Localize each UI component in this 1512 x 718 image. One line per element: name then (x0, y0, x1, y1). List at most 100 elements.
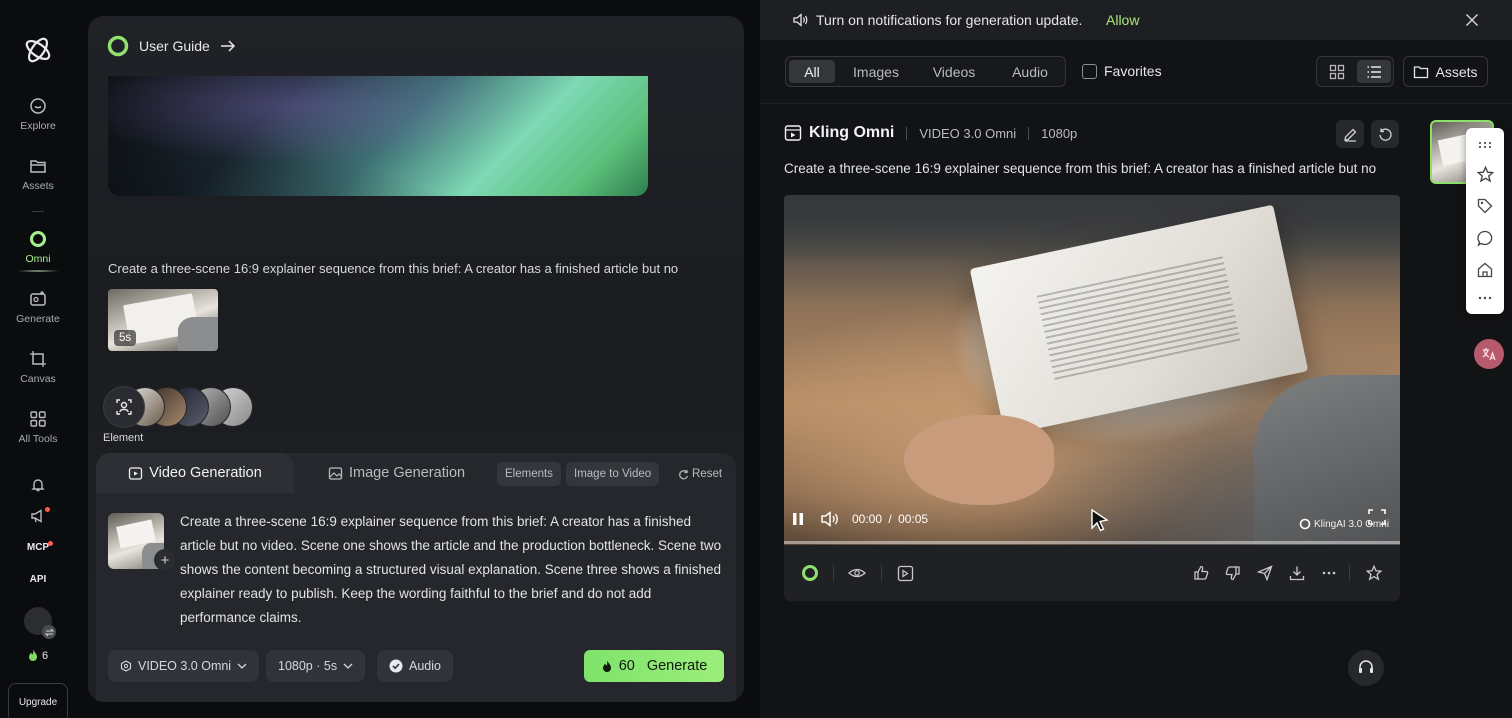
add-reference-button[interactable]: + (154, 549, 176, 571)
chevron-down-icon (343, 663, 353, 669)
favorites-filter[interactable]: Favorites (1082, 63, 1162, 79)
regenerate-button[interactable] (1371, 120, 1399, 148)
model-select[interactable]: VIDEO 3.0 Omni (108, 650, 260, 682)
filter-videos[interactable]: Videos (919, 60, 989, 83)
drag-handle-icon[interactable] (1475, 135, 1495, 155)
video-player[interactable]: 00:00 / 00:05 KlingAI 3.0 Omni (784, 195, 1400, 545)
card-model: VIDEO 3.0 Omni (919, 125, 1017, 141)
favorite-star-icon[interactable] (1364, 563, 1384, 583)
image-gen-icon (328, 466, 343, 480)
grid-icon (30, 411, 46, 427)
comment-icon[interactable] (1475, 228, 1495, 248)
generate-icon (30, 291, 46, 306)
image-to-video-chip[interactable]: Image to Video (566, 462, 660, 486)
home-icon[interactable] (1475, 260, 1495, 280)
tab-image-label: Image Generation (349, 465, 466, 481)
prompt-textarea[interactable]: Create a three-scene 16:9 explainer sequ… (180, 510, 728, 630)
rail-item-all-tools[interactable]: All Tools (0, 410, 76, 445)
add-element-button[interactable] (103, 386, 145, 428)
rail-item-canvas[interactable]: Canvas (0, 350, 76, 385)
time-total: 00:05 (898, 512, 929, 526)
favorites-checkbox[interactable] (1082, 63, 1097, 79)
video-gen-icon (129, 466, 143, 480)
tag-icon[interactable] (1475, 196, 1495, 216)
quality-duration-select[interactable]: 1080p · 5s (266, 650, 366, 682)
element-label: Element (103, 432, 144, 444)
guide-banner-image (108, 76, 648, 196)
assets-button[interactable]: Assets (1403, 56, 1488, 87)
rail-item-explore[interactable]: Explore (0, 97, 76, 132)
user-guide-link[interactable]: User Guide (107, 35, 236, 57)
close-icon[interactable] (1465, 13, 1479, 27)
list-view-button[interactable] (1357, 60, 1391, 83)
quality-select-value: 1080p · 5s (278, 659, 338, 673)
assets-button-label: Assets (1435, 63, 1478, 80)
list-view-icon (1367, 65, 1381, 78)
share-send-icon[interactable] (1255, 563, 1275, 583)
kling-watermark-icon (1299, 518, 1311, 530)
video-action-toolbar (784, 545, 1400, 601)
filter-all[interactable]: All (789, 60, 835, 83)
more-icon[interactable] (1475, 288, 1495, 308)
more-options-icon[interactable] (1319, 563, 1339, 583)
meta-separator (906, 126, 908, 140)
thumbs-up-icon[interactable] (1191, 563, 1211, 583)
extend-video-icon[interactable] (895, 563, 915, 583)
download-icon[interactable] (1287, 563, 1307, 583)
cursor-pointer-icon (1091, 508, 1109, 532)
allow-notifications-link[interactable]: Allow (1106, 12, 1139, 28)
rail-label-canvas: Canvas (20, 373, 56, 385)
credits-balance: 6 (27, 649, 48, 662)
element-add-icon (116, 399, 132, 415)
customer-support-button[interactable] (1348, 650, 1384, 686)
edit-button[interactable] (1336, 120, 1364, 148)
generate-label: Generate (646, 658, 708, 674)
paper-text-lines (1036, 256, 1242, 384)
grid-view-icon (1329, 64, 1345, 79)
filter-images[interactable]: Images (841, 60, 911, 83)
pause-icon[interactable] (792, 512, 804, 526)
rail-item-generate[interactable]: Generate (0, 290, 76, 325)
grid-view-button[interactable] (1320, 60, 1354, 83)
thumbs-down-icon[interactable] (1223, 563, 1243, 583)
tab-image-generation[interactable]: Image Generation (328, 453, 465, 493)
reset-button[interactable]: Reset (678, 462, 722, 486)
video-progress-track[interactable] (784, 541, 1400, 544)
history-video-thumbnail[interactable]: 5s (108, 289, 218, 351)
pencil-icon (1343, 128, 1356, 142)
preview-eye-icon[interactable] (847, 563, 867, 583)
explore-icon (30, 98, 46, 114)
video-gen-icon (784, 125, 802, 141)
thumb-duration-badge: 5s (114, 330, 137, 346)
tab-video-generation[interactable]: Video Generation (96, 453, 294, 493)
translate-extension-icon[interactable] (1474, 339, 1504, 369)
api-link[interactable]: API (0, 572, 76, 586)
rail-item-omni[interactable]: Omni (0, 230, 76, 265)
omni-icon (30, 231, 46, 247)
chevron-down-icon (237, 663, 247, 669)
audio-toggle[interactable]: Audio (377, 650, 453, 682)
view-mode-toggle (1316, 56, 1394, 87)
omni-badge-icon[interactable] (800, 563, 820, 583)
mcp-link[interactable]: MCP (0, 540, 76, 554)
mcp-dot (48, 541, 53, 546)
refresh-icon (1378, 128, 1392, 141)
upgrade-button[interactable]: Upgrade (8, 683, 68, 718)
rail-item-assets[interactable]: Assets (0, 157, 76, 192)
fullscreen-icon[interactable] (1368, 509, 1386, 525)
volume-icon[interactable] (820, 510, 840, 528)
api-label: API (29, 573, 47, 585)
kling-logo-icon[interactable] (22, 33, 54, 67)
elements-chip[interactable]: Elements (497, 462, 561, 486)
history-prompt-text: Create a three-scene 16:9 explainer sequ… (108, 261, 679, 276)
video-time: 00:00 / 00:05 (852, 512, 928, 526)
rail-label-generate: Generate (16, 313, 60, 325)
generate-button[interactable]: 60 Generate (584, 650, 724, 682)
star-icon[interactable] (1475, 164, 1495, 184)
announcements-button[interactable] (0, 507, 76, 525)
notifications-bell[interactable] (0, 476, 76, 494)
filter-audio[interactable]: Audio (995, 60, 1065, 83)
user-guide-label: User Guide (139, 38, 210, 54)
switch-account-icon[interactable] (42, 625, 56, 639)
card-prompt-text: Create a three-scene 16:9 explainer sequ… (784, 161, 1377, 176)
